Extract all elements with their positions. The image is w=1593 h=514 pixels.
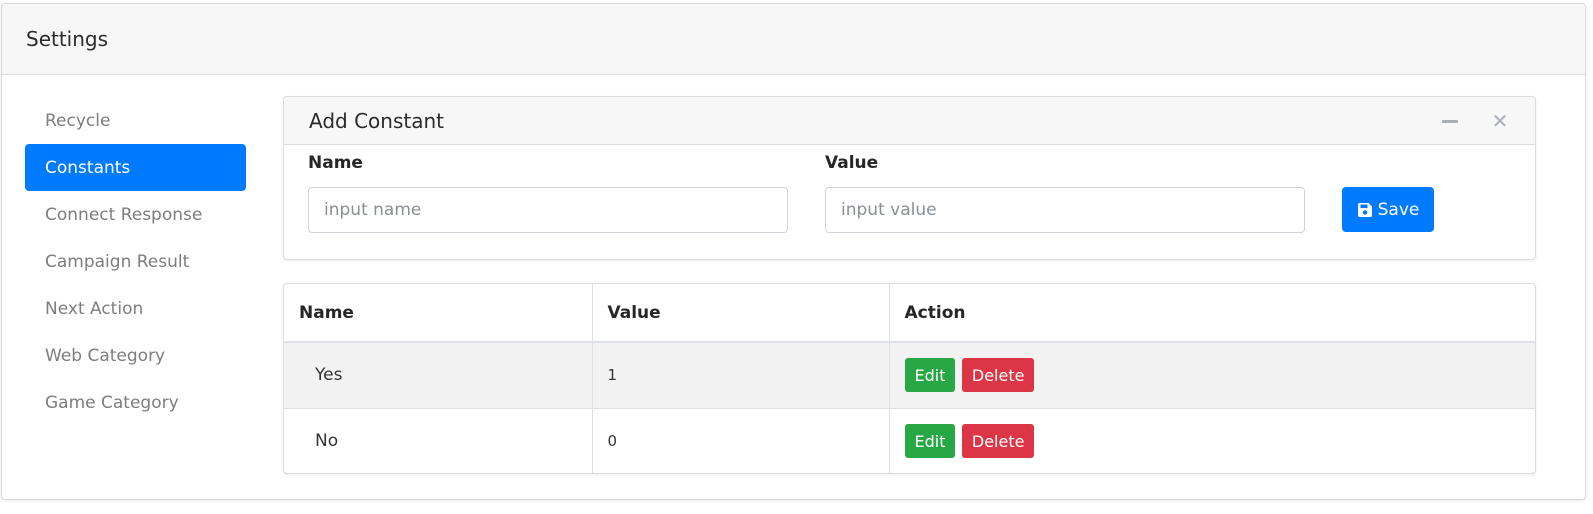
panel-title: Add Constant bbox=[309, 108, 444, 133]
save-button[interactable]: Save bbox=[1342, 187, 1434, 232]
table-row: Yes 1 Edit Delete bbox=[284, 341, 1535, 408]
sidebar-item-connect-response[interactable]: Connect Response bbox=[25, 191, 246, 238]
sidebar-item-next-action[interactable]: Next Action bbox=[25, 285, 246, 332]
sidebar-item-campaign-result[interactable]: Campaign Result bbox=[25, 238, 246, 285]
settings-sidebar: Recycle Constants Connect Response Campa… bbox=[25, 97, 246, 426]
add-constant-form: Name Value Save bbox=[284, 145, 1535, 260]
delete-button[interactable]: Delete bbox=[961, 424, 1035, 459]
edit-button[interactable]: Edit bbox=[904, 358, 956, 393]
row-action-cell: Edit Delete bbox=[888, 407, 1535, 473]
panel-header: Add Constant ✕ bbox=[284, 97, 1535, 145]
sidebar-item-game-category[interactable]: Game Category bbox=[25, 379, 246, 426]
delete-button[interactable]: Delete bbox=[961, 358, 1035, 393]
page-title: Settings bbox=[26, 27, 109, 51]
name-input[interactable] bbox=[308, 187, 788, 233]
row-value-cell: 1 bbox=[591, 341, 889, 408]
table-header-row: Name Value Action bbox=[284, 284, 1535, 343]
sidebar-item-recycle[interactable]: Recycle bbox=[25, 97, 246, 144]
settings-header: Settings bbox=[2, 4, 1585, 75]
column-header-action: Action bbox=[888, 284, 1535, 343]
row-name-cell: Yes bbox=[284, 341, 592, 408]
table-row: No 0 Edit Delete bbox=[284, 407, 1535, 473]
name-field-label: Name bbox=[308, 153, 363, 173]
floppy-disk-icon bbox=[1357, 202, 1372, 217]
panel-tools: ✕ bbox=[1437, 97, 1513, 145]
constants-table: Name Value Action Yes 1 Edit Delete No 0… bbox=[284, 284, 1535, 473]
sidebar-item-constants[interactable]: Constants bbox=[25, 144, 246, 191]
column-header-name: Name bbox=[284, 284, 592, 343]
sidebar-item-web-category[interactable]: Web Category bbox=[25, 332, 246, 379]
value-field-label: Value bbox=[825, 153, 879, 173]
value-input[interactable] bbox=[825, 187, 1305, 233]
column-header-value: Value bbox=[591, 284, 889, 343]
row-action-cell: Edit Delete bbox=[888, 341, 1535, 408]
save-button-label: Save bbox=[1377, 199, 1420, 220]
row-value-cell: 0 bbox=[591, 407, 889, 473]
add-constant-panel: Add Constant ✕ Name Value Save bbox=[283, 96, 1536, 260]
close-icon[interactable]: ✕ bbox=[1487, 108, 1513, 134]
row-name-cell: No bbox=[284, 407, 592, 473]
edit-button[interactable]: Edit bbox=[904, 424, 956, 459]
constants-table-container: Name Value Action Yes 1 Edit Delete No 0… bbox=[283, 283, 1536, 474]
minus-icon[interactable] bbox=[1437, 108, 1463, 134]
